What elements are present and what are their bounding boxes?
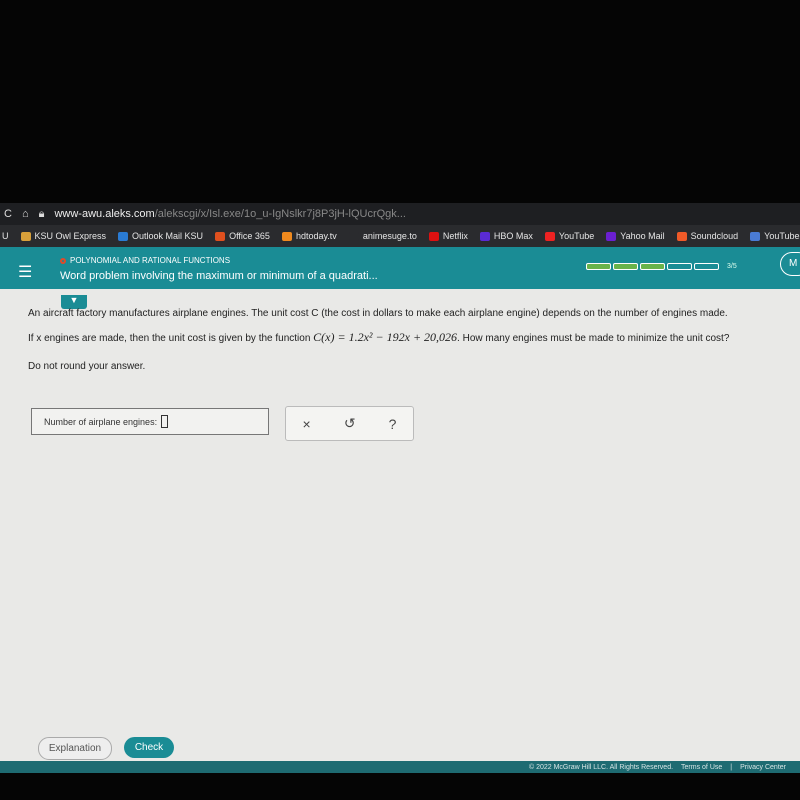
bookmark[interactable]: Netflix	[428, 231, 468, 241]
privacy-link[interactable]: Privacy Center	[740, 764, 786, 771]
progress-segment	[613, 263, 638, 270]
lock-icon: 🔒︎	[38, 207, 45, 220]
progress-segment	[667, 263, 692, 270]
bookmark[interactable]: U	[2, 231, 9, 241]
bookmark[interactable]: YouTube	[544, 231, 594, 241]
answer-field[interactable]: Number of airplane engines:	[31, 408, 269, 435]
undo-button[interactable]: ↺	[344, 415, 356, 432]
bookmark-icon	[750, 231, 761, 241]
bookmark-icon	[479, 231, 490, 241]
clear-button[interactable]: ×	[303, 416, 311, 432]
copyright: © 2022 McGraw Hill LLC. All Rights Reser…	[528, 763, 674, 771]
help-button[interactable]: ?	[389, 416, 397, 432]
bookmark[interactable]: YouTube to	[750, 231, 800, 241]
status-dot-icon	[60, 257, 66, 264]
menu-button[interactable]: M	[780, 252, 800, 276]
footer: © 2022 McGraw Hill LLC. All Rights Reser…	[0, 761, 800, 773]
problem-line-1: An aircraft factory manufactures airplan…	[28, 308, 728, 319]
problem-line-3: Do not round your answer.	[28, 361, 146, 372]
progress-segment	[640, 263, 665, 270]
address-bar[interactable]: C ⌂ 🔒︎ www-awu.aleks.com/alekscgi/x/Isl.ex…	[0, 203, 800, 225]
reload-icon[interactable]: C	[4, 208, 12, 220]
bookmark[interactable]: Office 365	[215, 231, 270, 241]
progress-segment	[586, 263, 611, 270]
bookmark[interactable]: Yahoo Mail	[606, 231, 665, 241]
bookmark-icon	[348, 231, 359, 241]
bookmark-icon	[676, 231, 687, 241]
bookmark[interactable]: KSU Owl Express	[20, 231, 106, 241]
bookmark[interactable]: Outlook Mail KSU	[118, 231, 203, 241]
chevron-down-icon[interactable]: ▼	[61, 295, 87, 309]
progress-label: 3/5	[727, 263, 737, 270]
terms-link[interactable]: Terms of Use	[681, 764, 722, 771]
bookmark[interactable]: HBO Max	[479, 231, 533, 241]
menu-icon[interactable]: ☰	[18, 262, 32, 282]
category: POLYNOMIAL AND RATIONAL FUNCTIONS	[60, 256, 230, 265]
progress-segment	[694, 263, 719, 270]
bookmark-icon	[281, 231, 292, 241]
bookmark-icon	[215, 231, 226, 241]
bookmark-icon	[118, 231, 129, 241]
answer-input[interactable]	[161, 415, 169, 428]
bookmarks-bar: U KSU Owl Express Outlook Mail KSU Office 3…	[0, 225, 800, 247]
bookmark-icon	[428, 231, 439, 241]
page-title: Word problem involving the maximum or mi…	[60, 270, 378, 282]
check-button[interactable]: Check	[124, 737, 174, 758]
bookmark[interactable]: Soundcloud	[676, 231, 738, 241]
progress-bar: 3/5	[586, 263, 737, 270]
problem-line-2: If x engines are made, then the unit cos…	[28, 330, 730, 344]
home-icon[interactable]: ⌂	[22, 208, 29, 220]
url[interactable]: www-awu.aleks.com/alekscgi/x/Isl.exe/1o_…	[54, 208, 406, 220]
bookmark[interactable]: animesuge.to	[348, 231, 417, 241]
bookmark-icon	[606, 231, 617, 241]
bookmark-icon	[20, 231, 31, 241]
bookmark-icon	[544, 231, 555, 241]
explanation-button[interactable]: Explanation	[38, 737, 112, 760]
bookmark[interactable]: hdtoday.tv	[281, 231, 337, 241]
answer-tools: × ↺ ?	[285, 406, 414, 441]
cost-formula: C(x) = 1.2x² − 192x + 20,026	[313, 330, 458, 344]
